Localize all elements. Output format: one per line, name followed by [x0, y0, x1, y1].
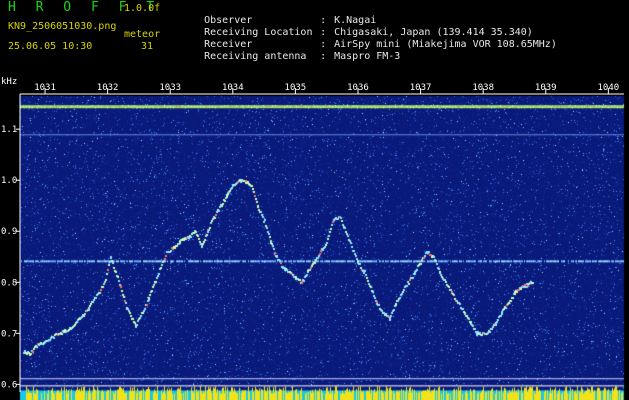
y-tick-label: 0.7	[1, 329, 17, 339]
y-tick-label: 0.9	[1, 227, 17, 237]
y-tick-label: 0.8	[1, 278, 17, 288]
x-tick-label: 1033	[159, 83, 181, 93]
y-tick-label: 1.1	[1, 125, 17, 135]
x-tick-label: 1035	[285, 83, 307, 93]
x-tick-label: 1031	[34, 83, 56, 93]
axes-overlay: kHz 1031 1032 1033 1034 1035 1036 1037 1038 1039 1…	[1, 77, 624, 392]
x-tick-label: 1036	[347, 83, 369, 93]
hrofft-window: H R O F F T 1.0.0f KN9_2506051030.png 25…	[0, 0, 629, 400]
x-tick-label: 1032	[97, 83, 119, 93]
x-tick-label: 1034	[222, 83, 244, 93]
x-tick-label: 1040	[598, 83, 620, 93]
x-tick-label: 1039	[535, 83, 557, 93]
y-unit-label: kHz	[1, 77, 17, 87]
y-tick-label: 1.0	[1, 176, 17, 186]
y-tick-label: 0.6	[1, 380, 17, 390]
x-tick-label: 1038	[472, 83, 494, 93]
x-tick-label: 1037	[410, 83, 432, 93]
